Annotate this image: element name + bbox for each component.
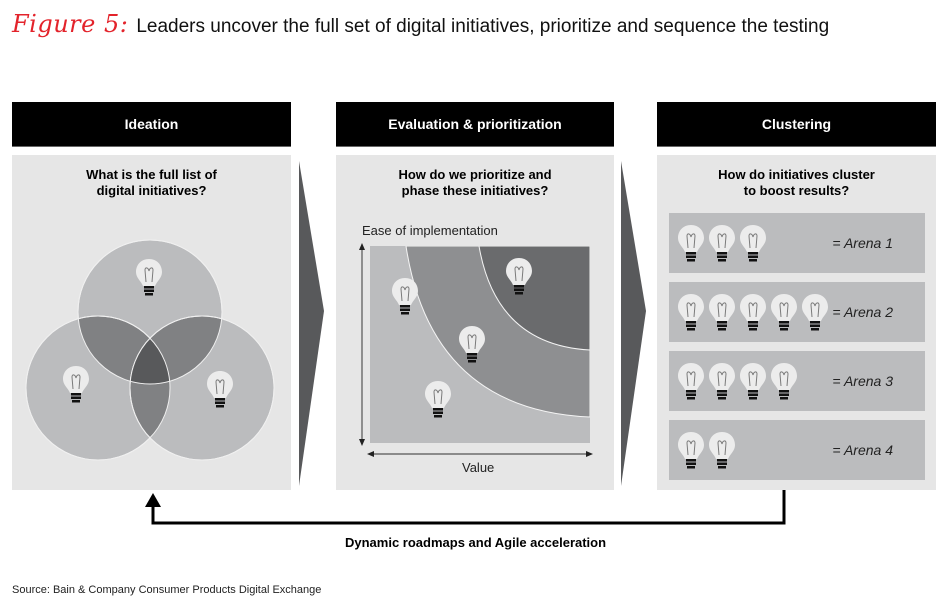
prioritization-matrix (359, 243, 593, 457)
stage-header-ideation: Ideation (12, 102, 291, 147)
arena-label: = Arena 2 (832, 304, 893, 320)
arena-label: = Arena 3 (832, 373, 893, 389)
lightbulb-icon (678, 363, 704, 400)
venn-diagram (25, 239, 275, 461)
lightbulb-icon (740, 294, 766, 331)
lightbulb-icon (709, 363, 735, 400)
chevron-right-icon (621, 161, 646, 486)
stage-header-evaluation: Evaluation & prioritization (336, 102, 614, 147)
arena-label: = Arena 1 (832, 235, 893, 251)
x-axis-arrow-right-icon (586, 451, 593, 457)
feedback-loop-line (151, 490, 786, 525)
stage-header-clustering: Clustering (657, 102, 936, 147)
figure-title-text: Leaders uncover the full set of digital … (136, 16, 830, 37)
feedback-loop-label: Dynamic roadmaps and Agile acceleration (345, 535, 607, 550)
figure-label: Figure 5: (12, 10, 129, 38)
lightbulb-icon (678, 225, 704, 262)
feedback-loop-arrow (145, 490, 786, 525)
lightbulb-icon (709, 294, 735, 331)
arena-label: = Arena 4 (832, 442, 893, 458)
clustering-panel: How do initiatives cluster to boost resu… (657, 155, 936, 490)
y-axis-arrow-down-icon (359, 439, 365, 446)
lightbulb-icon (740, 225, 766, 262)
lightbulb-icon (709, 432, 735, 469)
lightbulb-icon (740, 363, 766, 400)
lightbulb-icon (771, 363, 797, 400)
lightbulb-icon (678, 432, 704, 469)
lightbulb-icon (802, 294, 828, 331)
figure-title: Figure 5: Leaders uncover the full set o… (12, 10, 829, 44)
arrow-up-icon (145, 493, 161, 507)
evaluation-panel: How do we prioritize and phase these ini… (336, 155, 614, 490)
lightbulb-icon (771, 294, 797, 331)
arena-row: = Arena 4 (669, 420, 925, 480)
clustering-question: How do initiatives cluster to boost resu… (657, 167, 936, 199)
chevron-right-icon (299, 161, 324, 486)
x-axis-arrow-left-icon (367, 451, 374, 457)
y-axis-arrow-up-icon (359, 243, 365, 250)
clustering-question-line-1: How do initiatives cluster (718, 167, 875, 182)
clustering-question-line-2: to boost results? (743, 183, 850, 198)
lightbulb-icon (709, 225, 735, 262)
arena-row: = Arena 3 (669, 351, 925, 411)
arena-row: = Arena 2 (669, 282, 925, 342)
lightbulb-icon (678, 294, 704, 331)
ideation-panel: What is the full list of digital initiat… (12, 155, 291, 490)
source-note: Source: Bain & Company Consumer Products… (12, 584, 322, 596)
arena-row: = Arena 1 (669, 213, 925, 273)
